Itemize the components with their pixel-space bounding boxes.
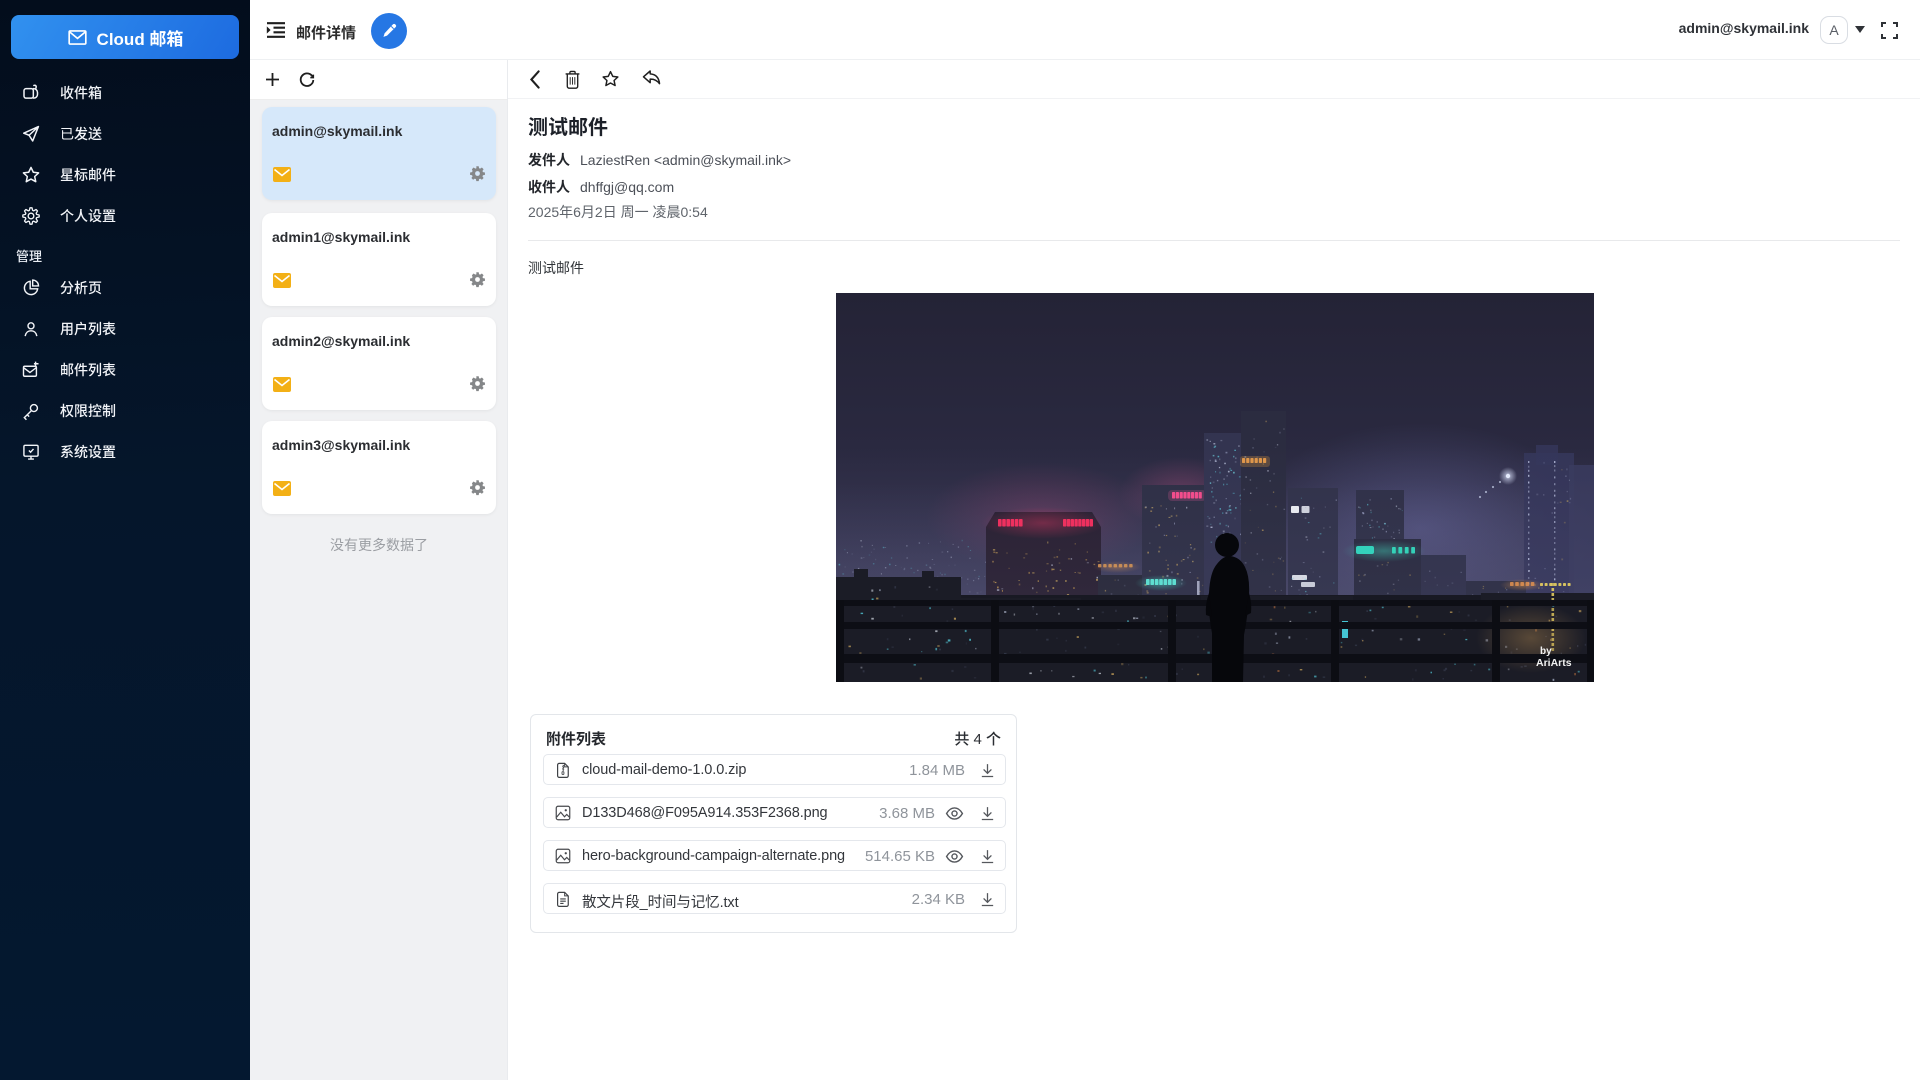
svg-text:AriArts: AriArts (1536, 657, 1572, 669)
svg-text:by: by (1540, 646, 1552, 657)
